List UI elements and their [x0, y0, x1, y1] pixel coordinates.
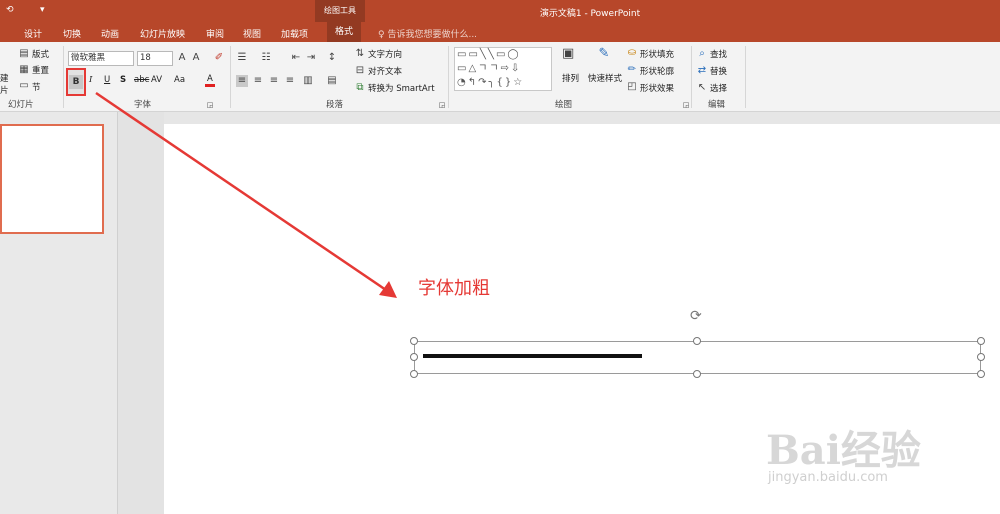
watermark-url: jingyan.baidu.com: [768, 470, 888, 485]
resize-handle-br[interactable]: [977, 370, 985, 378]
rotate-handle-icon[interactable]: ⟳: [690, 308, 702, 324]
resize-handle-l[interactable]: [410, 353, 418, 361]
annotation-text: 字体加粗: [418, 278, 490, 299]
resize-handle-bl[interactable]: [410, 370, 418, 378]
resize-handle-b[interactable]: [693, 370, 701, 378]
bold-underscore-text: [423, 354, 642, 358]
resize-handle-t[interactable]: [693, 337, 701, 345]
watermark-logo: Bai经验: [766, 427, 921, 474]
resize-handle-tl[interactable]: [410, 337, 418, 345]
resize-handle-r[interactable]: [977, 353, 985, 361]
resize-handle-tr[interactable]: [977, 337, 985, 345]
